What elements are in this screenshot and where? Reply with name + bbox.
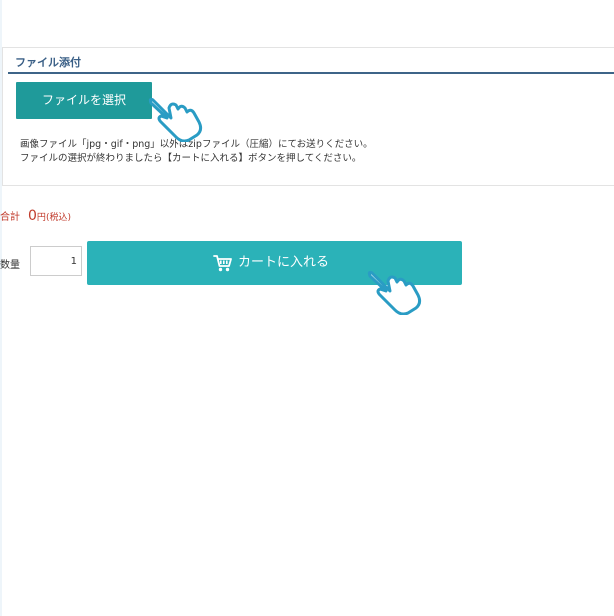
total-tax-note: (税込) <box>45 213 71 223</box>
select-file-button[interactable]: ファイルを選択 <box>16 82 152 119</box>
total-value: 0 <box>28 208 37 224</box>
total-currency: 円 <box>36 213 46 223</box>
note-line-2: ファイルの選択が終わりましたら【カートに入れる】ボタンを押してください。 <box>20 153 362 164</box>
page: ファイル添付 ファイルを選択 画像ファイル「jpg・gif・png」以外はzip… <box>0 0 614 616</box>
file-attach-panel: ファイル添付 ファイルを選択 画像ファイル「jpg・gif・png」以外はzip… <box>2 47 614 186</box>
file-attach-notes: 画像ファイル「jpg・gif・png」以外はzipファイル（圧縮）にてお送りくだ… <box>20 138 373 166</box>
cart-icon <box>213 255 232 272</box>
quantity-input[interactable] <box>30 246 82 276</box>
file-attach-title: ファイル添付 <box>15 56 81 69</box>
cart-button-content: カートに入れる <box>213 253 329 273</box>
pointer-hand-icon <box>367 270 422 315</box>
add-to-cart-label: カートに入れる <box>238 255 330 270</box>
title-underline <box>8 72 614 74</box>
total-price: 合計 0円(税込) <box>0 205 71 225</box>
pointer-hand-icon <box>148 97 203 142</box>
quantity-label: 数量 <box>0 260 20 271</box>
total-label: 合計 <box>0 212 20 223</box>
